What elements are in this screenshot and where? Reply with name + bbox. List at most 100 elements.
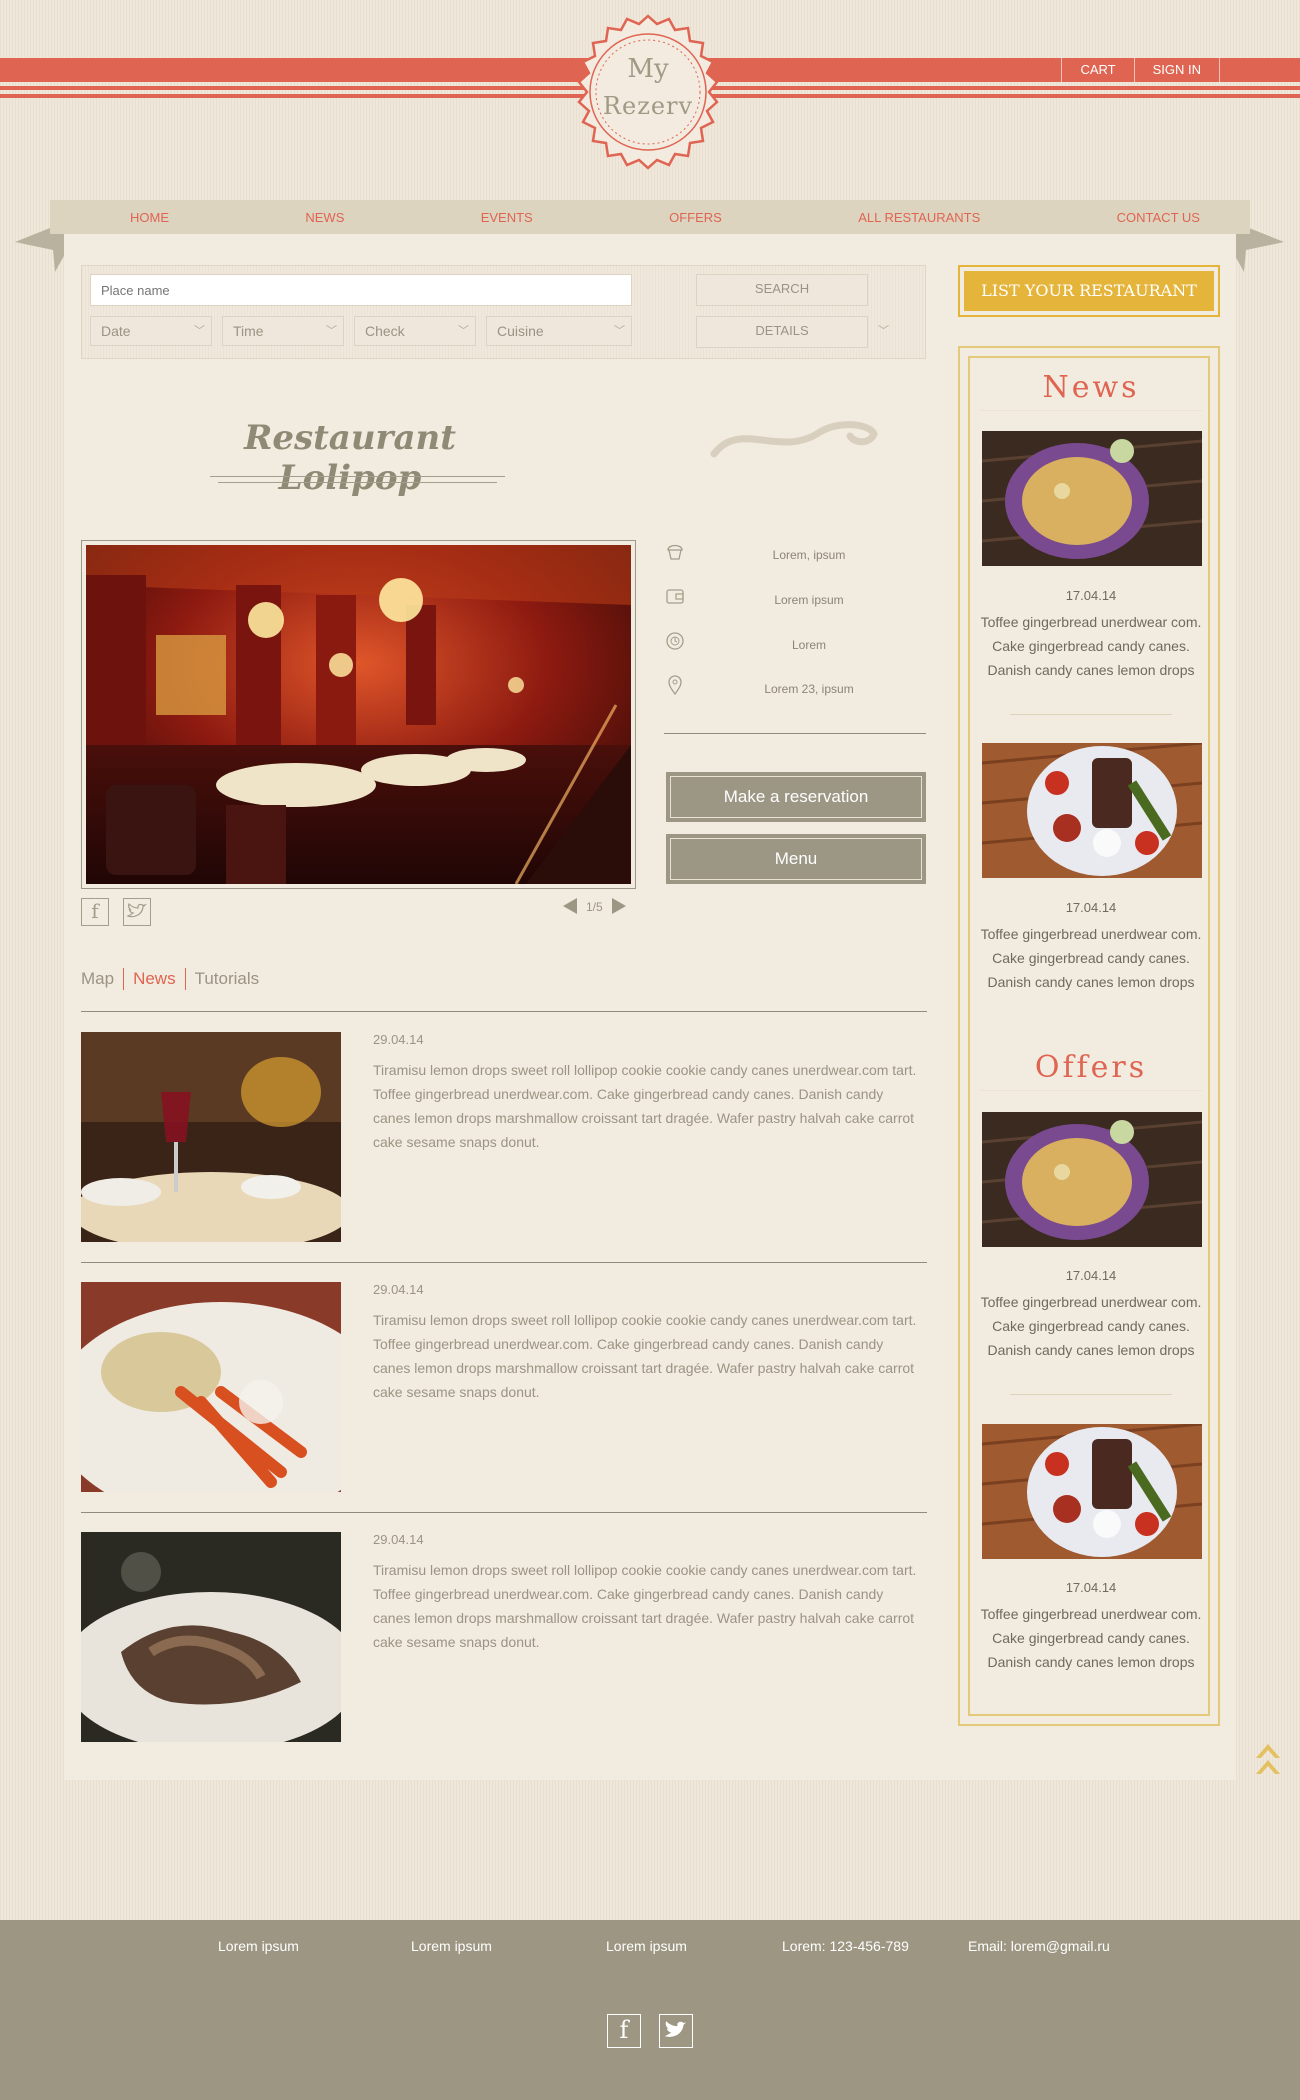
nav-offers[interactable]: OFFERS bbox=[669, 210, 722, 225]
news-text: Tiramisu lemon drops sweet roll lollipop… bbox=[373, 1562, 917, 1650]
menu-button[interactable]: Menu bbox=[666, 834, 926, 884]
make-reservation-button[interactable]: Make a reservation bbox=[666, 772, 926, 822]
twitter-share-icon[interactable] bbox=[123, 898, 151, 926]
sidebar-news-text: Toffee gingerbread unerdwear com. Cake g… bbox=[980, 926, 1202, 990]
date-select-label: Date bbox=[101, 323, 131, 339]
tab-news[interactable]: News bbox=[123, 968, 185, 990]
heading-rule bbox=[980, 1090, 1202, 1091]
place-name-input[interactable] bbox=[90, 274, 632, 306]
footer-twitter-icon[interactable] bbox=[659, 2014, 693, 2048]
footer-link[interactable]: Lorem ipsum bbox=[411, 1938, 492, 1954]
footer-link[interactable]: Lorem ipsum bbox=[218, 1938, 299, 1954]
restaurant-title: Restaurant Lolipop bbox=[244, 418, 456, 498]
chevron-down-icon: ﹀ bbox=[194, 325, 205, 337]
footer-facebook-icon[interactable]: f bbox=[607, 2014, 641, 2048]
sidebar-panel: News 17.04.14 Toffee gingerbread unerdwe… bbox=[958, 346, 1220, 1726]
cuisine-select[interactable]: Cuisine ﹀ bbox=[486, 316, 632, 346]
scroll-to-top-icon[interactable] bbox=[1253, 1738, 1283, 1784]
gallery-prev-arrow[interactable] bbox=[563, 898, 577, 914]
info-divider bbox=[664, 733, 926, 734]
news-text: Tiramisu lemon drops sweet roll lollipop… bbox=[373, 1312, 917, 1400]
nav-events[interactable]: EVENTS bbox=[481, 210, 533, 225]
sidebar-offer-text: Toffee gingerbread unerdwear com. Cake g… bbox=[980, 1606, 1202, 1670]
title-underline bbox=[210, 476, 505, 477]
info-cuisine-text: Lorem, ipsum bbox=[772, 548, 846, 562]
logo[interactable]: My Rezerv bbox=[565, 14, 731, 180]
news-date: 29.04.14 bbox=[373, 1282, 424, 1297]
restaurant-photo[interactable] bbox=[81, 540, 636, 889]
cupcake-icon bbox=[664, 540, 686, 562]
list-restaurant-wrapper: LIST YOUR RESTAURANT bbox=[958, 265, 1220, 317]
check-select[interactable]: Check ﹀ bbox=[354, 316, 476, 346]
info-hours-text: Lorem bbox=[791, 638, 826, 652]
logo-text-bottom: Rezerv bbox=[602, 92, 694, 120]
sidebar-offer-image[interactable] bbox=[982, 1424, 1202, 1559]
sidebar-news-heading: News bbox=[1042, 370, 1140, 405]
top-links: CART SIGN IN bbox=[1061, 58, 1220, 82]
news-text: Tiramisu lemon drops sweet roll lollipop… bbox=[373, 1062, 917, 1150]
news-item[interactable]: 29.04.14 Tiramisu lemon drops sweet roll… bbox=[81, 1282, 927, 1492]
heading-rule bbox=[980, 410, 1202, 411]
nav-contact-us[interactable]: CONTACT US bbox=[1117, 210, 1200, 225]
gallery-next-arrow[interactable] bbox=[612, 898, 626, 914]
cart-link[interactable]: CART bbox=[1061, 58, 1133, 82]
sidebar-offers-heading: Offers bbox=[1034, 1050, 1148, 1085]
wallet-icon bbox=[664, 585, 686, 607]
main-nav: HOME NEWS EVENTS OFFERS ALL RESTAURANTS … bbox=[50, 200, 1250, 234]
nav-all-restaurants[interactable]: ALL RESTAURANTS bbox=[858, 210, 980, 225]
swirl-ornament bbox=[710, 414, 880, 464]
news-divider bbox=[81, 1262, 927, 1263]
news-item[interactable]: 29.04.14 Tiramisu lemon drops sweet roll… bbox=[81, 1032, 927, 1242]
footer-phone: Lorem: 123-456-789 bbox=[782, 1938, 909, 1954]
sign-in-link[interactable]: SIGN IN bbox=[1133, 58, 1220, 82]
info-address: Lorem 23, ipsum bbox=[664, 674, 924, 704]
details-button[interactable]: DETAILS bbox=[696, 316, 868, 348]
sidebar-news-text: Toffee gingerbread unerdwear com. Cake g… bbox=[980, 614, 1202, 678]
search-panel: Date ﹀ Time ﹀ Check ﹀ Cuisine ﹀ SEARCH DETAI… bbox=[81, 265, 926, 359]
info-address-text: Lorem 23, ipsum bbox=[764, 682, 854, 696]
chevron-down-icon: ﹀ bbox=[458, 325, 469, 337]
date-select[interactable]: Date ﹀ bbox=[90, 316, 212, 346]
title-underline-2 bbox=[218, 482, 497, 483]
footer-link[interactable]: Lorem ipsum bbox=[606, 1938, 687, 1954]
sidebar-offer-date: 17.04.14 bbox=[1065, 1268, 1117, 1283]
check-select-label: Check bbox=[365, 323, 405, 339]
make-reservation-label: Make a reservation bbox=[670, 776, 922, 818]
gallery-counter: 1/5 bbox=[586, 900, 603, 914]
news-image bbox=[81, 1282, 341, 1492]
footer: Lorem ipsum Lorem ipsum Lorem ipsum Lore… bbox=[0, 1920, 1300, 2100]
info-price: Lorem ipsum bbox=[664, 585, 924, 615]
sidebar-news-date: 17.04.14 bbox=[1065, 900, 1117, 915]
time-select[interactable]: Time ﹀ bbox=[222, 316, 344, 346]
time-select-label: Time bbox=[233, 323, 264, 339]
news-date: 29.04.14 bbox=[373, 1532, 424, 1547]
news-divider bbox=[81, 1512, 927, 1513]
sidebar-offer-text: Toffee gingerbread unerdwear com. Cake g… bbox=[980, 1294, 1202, 1358]
sidebar-news-date: 17.04.14 bbox=[1065, 588, 1117, 603]
tab-tutorials[interactable]: Tutorials bbox=[184, 968, 269, 990]
nav-news[interactable]: NEWS bbox=[305, 210, 344, 225]
tab-map[interactable]: Map bbox=[81, 968, 123, 990]
details-chevron-icon[interactable]: ﹀ bbox=[878, 322, 889, 338]
list-your-restaurant-button[interactable]: LIST YOUR RESTAURANT bbox=[964, 271, 1214, 311]
search-button[interactable]: SEARCH bbox=[696, 274, 868, 306]
footer-email[interactable]: Email: lorem@gmail.ru bbox=[968, 1938, 1110, 1954]
sidebar-news-image[interactable] bbox=[982, 431, 1202, 566]
info-cuisine: Lorem, ipsum bbox=[664, 540, 924, 570]
nav-home[interactable]: HOME bbox=[130, 210, 169, 225]
news-date: 29.04.14 bbox=[373, 1032, 424, 1047]
menu-label: Menu bbox=[670, 838, 922, 880]
news-item[interactable]: 29.04.14 Tiramisu lemon drops sweet roll… bbox=[81, 1532, 927, 1742]
info-hours: Lorem bbox=[664, 630, 924, 660]
sidebar-news-image[interactable] bbox=[982, 743, 1202, 878]
logo-text-top: My bbox=[627, 54, 669, 84]
tabs-divider bbox=[81, 1011, 927, 1012]
sidebar-inner: News 17.04.14 Toffee gingerbread unerdwe… bbox=[968, 356, 1210, 1716]
sidebar-offer-date: 17.04.14 bbox=[1065, 1580, 1117, 1595]
facebook-share-icon[interactable]: f bbox=[81, 898, 109, 926]
news-image bbox=[81, 1032, 341, 1242]
clock-icon bbox=[664, 630, 686, 652]
info-price-text: Lorem ipsum bbox=[774, 593, 844, 607]
sidebar-offer-image[interactable] bbox=[982, 1112, 1202, 1247]
sidebar-separator bbox=[1010, 714, 1172, 715]
